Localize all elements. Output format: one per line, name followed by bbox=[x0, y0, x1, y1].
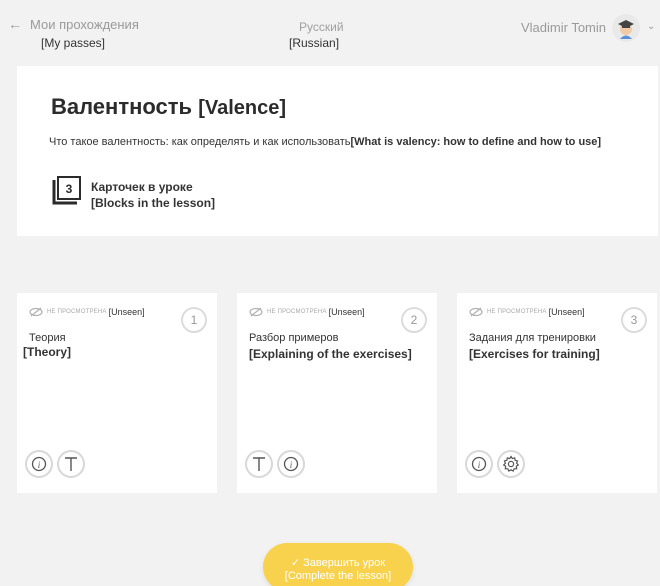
card-number: 3 bbox=[621, 307, 647, 333]
language-translation: [Russian] bbox=[289, 36, 340, 50]
card-status: НЕ ПРОСМОТРЕНА [Unseen] bbox=[29, 307, 145, 317]
card-status-text: НЕ ПРОСМОТРЕНА bbox=[47, 309, 107, 315]
finish-lesson-label[interactable]: ✓ Завершить урок bbox=[263, 557, 413, 570]
card-status-translation: [Unseen] bbox=[328, 307, 365, 317]
lesson-subtitle-translation: [What is valency: how to define and how … bbox=[350, 136, 602, 148]
card-status-translation: [Unseen] bbox=[108, 307, 145, 317]
card-status-translation: [Unseen] bbox=[548, 307, 585, 317]
card-title-translation: [Exercises for training] bbox=[469, 347, 600, 361]
eye-slash-icon bbox=[249, 307, 263, 317]
language-selector[interactable]: Русский bbox=[299, 20, 344, 34]
svg-text:i: i bbox=[478, 460, 481, 470]
card-status-text: НЕ ПРОСМОТРЕНА bbox=[487, 309, 547, 315]
card-number: 1 bbox=[181, 307, 207, 333]
finish-lesson-button[interactable]: ✓ Завершить урок [Complete the lesson] bbox=[263, 543, 413, 586]
lesson-subtitle-text: Что такое валентность: как определять и … bbox=[49, 136, 351, 148]
finish-lesson-translation[interactable]: [Complete the lesson] bbox=[263, 570, 413, 583]
blocks-label: Карточек в уроке [Blocks in the lesson] bbox=[91, 179, 215, 211]
lesson-block-card[interactable]: НЕ ПРОСМОТРЕНА [Unseen] 2 Разбор примеро… bbox=[237, 293, 437, 493]
card-title: Разбор примеров bbox=[249, 332, 339, 344]
block-count-value: 3 bbox=[66, 182, 73, 196]
card-icons: i bbox=[245, 450, 305, 478]
cards-stack-icon: 3 bbox=[52, 176, 81, 205]
info-icon[interactable]: i bbox=[277, 450, 305, 478]
card-title: Теория bbox=[29, 332, 66, 344]
lesson-subtitle: Что такое валентность: как определять и … bbox=[49, 136, 601, 148]
back-link[interactable]: ← Мои прохождения bbox=[8, 17, 139, 31]
lesson-title-text: Валентность bbox=[51, 94, 193, 119]
card-icons: i bbox=[465, 450, 525, 478]
back-label-translation: [My passes] bbox=[41, 36, 106, 50]
lesson-header-card: Валентность [Valence] Что такое валентно… bbox=[17, 66, 658, 236]
info-icon[interactable]: i bbox=[465, 450, 493, 478]
eye-slash-icon bbox=[29, 307, 43, 317]
blocks-label-translation: [Blocks in the lesson] bbox=[91, 196, 216, 210]
lesson-title: Валентность [Valence] bbox=[51, 94, 286, 120]
card-number: 2 bbox=[401, 307, 427, 333]
user-name[interactable]: Vladimir Tomin bbox=[521, 20, 606, 35]
block-count-badge: 3 bbox=[51, 174, 83, 206]
card-status: НЕ ПРОСМОТРЕНА [Unseen] bbox=[249, 307, 365, 317]
top-bar: ← Мои прохождения [My passes] Русский [R… bbox=[0, 0, 660, 66]
eye-slash-icon bbox=[469, 307, 483, 317]
chevron-down-icon[interactable]: ⌄ bbox=[647, 21, 655, 32]
svg-text:i: i bbox=[38, 460, 41, 470]
text-icon[interactable] bbox=[245, 450, 273, 478]
svg-text:i: i bbox=[290, 460, 293, 470]
card-status-text: НЕ ПРОСМОТРЕНА bbox=[267, 309, 327, 315]
info-icon[interactable]: i bbox=[25, 450, 53, 478]
lesson-title-translation: [Valence] bbox=[198, 97, 287, 119]
gear-icon[interactable] bbox=[497, 450, 525, 478]
card-title-translation: [Explaining of the exercises] bbox=[249, 347, 412, 361]
lesson-block-card[interactable]: НЕ ПРОСМОТРЕНА [Unseen] 1 Теория [Theory… bbox=[17, 293, 217, 493]
card-title-translation: [Theory] bbox=[23, 345, 71, 359]
back-arrow-icon[interactable]: ← bbox=[8, 17, 22, 31]
card-status: НЕ ПРОСМОТРЕНА [Unseen] bbox=[469, 307, 585, 317]
avatar[interactable] bbox=[612, 14, 640, 42]
text-icon[interactable] bbox=[57, 450, 85, 478]
card-icons: i bbox=[25, 450, 85, 478]
lesson-block-card[interactable]: НЕ ПРОСМОТРЕНА [Unseen] 3 Задания для тр… bbox=[457, 293, 657, 493]
blocks-label-text: Карточек в уроке bbox=[91, 180, 193, 194]
card-title: Задания для тренировки bbox=[469, 332, 596, 344]
student-avatar-icon bbox=[618, 20, 634, 39]
back-label[interactable]: Мои прохождения bbox=[30, 18, 139, 31]
